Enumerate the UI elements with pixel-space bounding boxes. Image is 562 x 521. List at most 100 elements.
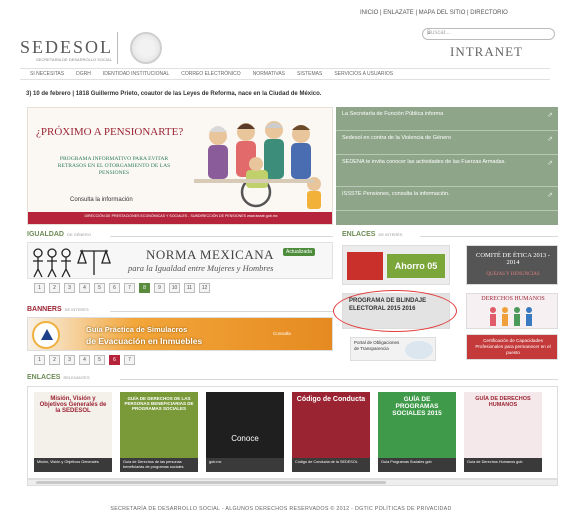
banners-heading-text: BANNERS	[27, 306, 62, 313]
page-button[interactable]: 5	[94, 355, 105, 365]
section-divider	[110, 236, 333, 237]
top-links[interactable]: INICIO | ENLAZATE | MAPA DEL SITIO | DIR…	[360, 10, 560, 16]
link-tile-derechos-humanos[interactable]: DERECHOS HUMANOS	[466, 293, 558, 329]
logo-divider	[117, 32, 118, 64]
page-button[interactable]: 1	[34, 283, 45, 293]
carousel-card-programas-sociales[interactable]: GUÍA DE PROGRAMAS SOCIALES 2015 Guía Pro…	[378, 392, 456, 472]
card-title: GUÍA DE DERECHOS HUMANOS	[475, 396, 531, 408]
tile-label: Portal de Obligaciones de Transparencia	[354, 340, 400, 351]
tile-sublabel: QUEJAS Y DENUNCIAS	[486, 272, 540, 277]
page-button-active[interactable]: 6	[109, 355, 120, 365]
nav-item-correo[interactable]: CORREO ELECTRÓNICO	[181, 71, 240, 77]
hero-title: ¿PRÓXIMO A PENSIONARTE?	[36, 126, 184, 138]
side-news-panel: La Secretaría de Función Pública informa…	[336, 107, 558, 225]
search-input[interactable]: Buscar... ⌕	[422, 28, 555, 40]
norma-subtitle: para la Igualdad entre Mujeres y Hombres	[128, 263, 274, 273]
news-item-text: ISSSTE Pensiones, consulta la informació…	[342, 191, 450, 197]
page-button[interactable]: 7	[124, 355, 135, 365]
banners-pager: 1 2 3 4 5 6 7	[34, 355, 135, 365]
card-caption: Código de Conducta de la SEDESOL	[292, 458, 370, 472]
hero-link[interactable]: Consulta la información	[70, 197, 133, 203]
site-footer: SECRETARÍA DE DESARROLLO SOCIAL - ALGUNO…	[110, 506, 452, 512]
card-title: GUÍA DE PROGRAMAS SOCIALES 2015	[392, 396, 442, 417]
efemeride-ticker[interactable]: 3) 10 de febrero | 1818 Guillermo Prieto…	[26, 91, 321, 97]
nav-item-servicios[interactable]: SERVICIOS A USUARIOS	[334, 71, 393, 77]
page-button[interactable]: 12	[199, 283, 210, 293]
banner-consulta[interactable]: Consulta	[273, 331, 291, 336]
nav-item-si-necesitas[interactable]: SI NECESITAS	[30, 71, 64, 77]
enlaces-interes-heading: ENLACES DE INTERÉS	[342, 231, 402, 238]
carousel-scrollbar[interactable]	[27, 479, 558, 486]
tile-graphic	[347, 252, 383, 280]
norma-mexicana-banner[interactable]: NORMA MEXICANA para la Igualdad entre Mu…	[27, 242, 333, 279]
news-item[interactable]: ISSSTE Pensiones, consulta la informació…	[336, 187, 558, 211]
page-button[interactable]: 11	[184, 283, 195, 293]
logo-text: SEDESOL	[20, 37, 114, 57]
logo-subtitle: SECRETARÍA DE DESARROLLO SOCIAL	[36, 57, 112, 62]
nav-item-sistemas[interactable]: SISTEMAS	[297, 71, 322, 77]
enlaces-relevantes-heading: ENLACES RELEVANTES	[27, 374, 90, 381]
carousel-card-gobmx[interactable]: Conoce gob.mx	[206, 392, 284, 472]
page-button[interactable]: 2	[49, 355, 60, 365]
news-item[interactable]: SEDENA te invita conocer las actividades…	[336, 155, 558, 187]
nav-item-normativas[interactable]: NORMATIVAS	[253, 71, 285, 77]
intranet-logo[interactable]: INTRANET	[450, 44, 523, 60]
link-arrow-icon: ⇗	[547, 112, 553, 119]
link-tile-certificacion[interactable]: Certificación de Capacidades Profesional…	[466, 334, 558, 360]
page-button[interactable]: 3	[64, 283, 75, 293]
igualdad-heading-text: IGUALDAD	[27, 231, 64, 238]
news-item[interactable]: Sedesol en contra de la Violencia de Gén…	[336, 131, 558, 155]
carousel-card-derechos-humanos[interactable]: GUÍA DE DERECHOS HUMANOS Guía de Derecho…	[464, 392, 542, 472]
carousel-card-codigo-conducta[interactable]: Código de Conducta Código de Conducta de…	[292, 392, 370, 472]
enlaces-relevantes-heading-text: ENLACES	[27, 374, 61, 381]
equality-figures-icon	[33, 248, 111, 278]
page-button[interactable]: 4	[79, 355, 90, 365]
simulacros-banner[interactable]: Guía Práctica de Simulacros de Evacuació…	[27, 317, 333, 351]
card-caption: Guía de Derechos Humanos gob	[464, 458, 542, 472]
enlaces-relevantes-heading-small: RELEVANTES	[63, 375, 90, 380]
card-caption: Guía Programas Sociales gob	[378, 458, 456, 472]
page-button[interactable]: 4	[79, 283, 90, 293]
banner-line1: Guía Práctica de Simulacros	[86, 325, 188, 334]
page-button[interactable]: 5	[94, 283, 105, 293]
news-item-text: SEDENA te invita conocer las actividades…	[342, 159, 506, 165]
nav-item-identidad[interactable]: IDENTIDAD INSTITUCIONAL	[103, 71, 169, 77]
card-caption: gob.mx	[206, 458, 284, 472]
card-caption: Misión, Visión y Objetivos Generales	[34, 458, 112, 472]
relevant-links-carousel: Misión, Visión y Objetivos Generales de …	[27, 386, 558, 479]
carousel-card-guia-derechos[interactable]: GUÍA DE DERECHOS DE LAS PERSONAS BENEFIC…	[120, 392, 198, 472]
page-button-active[interactable]: 8	[139, 283, 150, 293]
page-button[interactable]: 10	[169, 283, 180, 293]
main-nav: SI NECESITAS DGRH IDENTIDAD INSTITUCIONA…	[20, 68, 550, 80]
hero-footer: DIRECCIÓN DE PRESTACIONES ECONÓMICAS Y S…	[28, 212, 332, 224]
section-divider	[110, 311, 333, 312]
banners-heading-small: DE INTERÉS	[64, 307, 89, 312]
hero-banner-pensiones[interactable]: ¿PRÓXIMO A PENSIONARTE? PROGRAMA INFORMA…	[27, 107, 333, 225]
card-title: GUÍA DE DERECHOS DE LAS PERSONAS BENEFIC…	[124, 396, 194, 411]
link-arrow-icon: ⇗	[547, 136, 553, 143]
link-tile-comite-etica[interactable]: COMITÉ DE ÉTICA 2013 - 2014 QUEJAS Y DEN…	[466, 245, 558, 285]
tile-label: Certificación de Capacidades Profesional…	[475, 338, 551, 355]
page-button[interactable]: 7	[124, 283, 135, 293]
proteccion-civil-icon	[32, 321, 60, 349]
sedesol-logo[interactable]: SEDESOL SECRETARÍA DE DESARROLLO SOCIAL	[20, 30, 180, 66]
link-tile-ahorro[interactable]: Ahorro 05	[342, 245, 450, 285]
page-button[interactable]: 3	[64, 355, 75, 365]
page-button[interactable]: 2	[49, 283, 60, 293]
scrollbar-thumb[interactable]	[36, 481, 386, 484]
card-title: Conoce	[231, 434, 259, 443]
news-item-text: La Secretaría de Función Pública informa	[342, 111, 444, 117]
page-button[interactable]: 6	[109, 283, 120, 293]
highlight-circle	[333, 290, 457, 332]
news-item-text: Sedesol en contra de la Violencia de Gén…	[342, 135, 452, 141]
card-title: Misión, Visión y Objetivos Generales de …	[39, 396, 107, 414]
page-button[interactable]: 9	[154, 283, 165, 293]
tile-label: Ahorro 05	[387, 254, 445, 278]
nav-item-dgrh[interactable]: DGRH	[76, 71, 91, 77]
page-button[interactable]: 1	[34, 355, 45, 365]
news-item[interactable]: La Secretaría de Función Pública informa…	[336, 107, 558, 131]
search-icon[interactable]: ⌕	[427, 30, 550, 38]
link-tile-transparencia[interactable]: Portal de Obligaciones de Transparencia	[350, 337, 436, 361]
carousel-card-mision[interactable]: Misión, Visión y Objetivos Generales de …	[34, 392, 112, 472]
family-illustration	[194, 121, 321, 209]
